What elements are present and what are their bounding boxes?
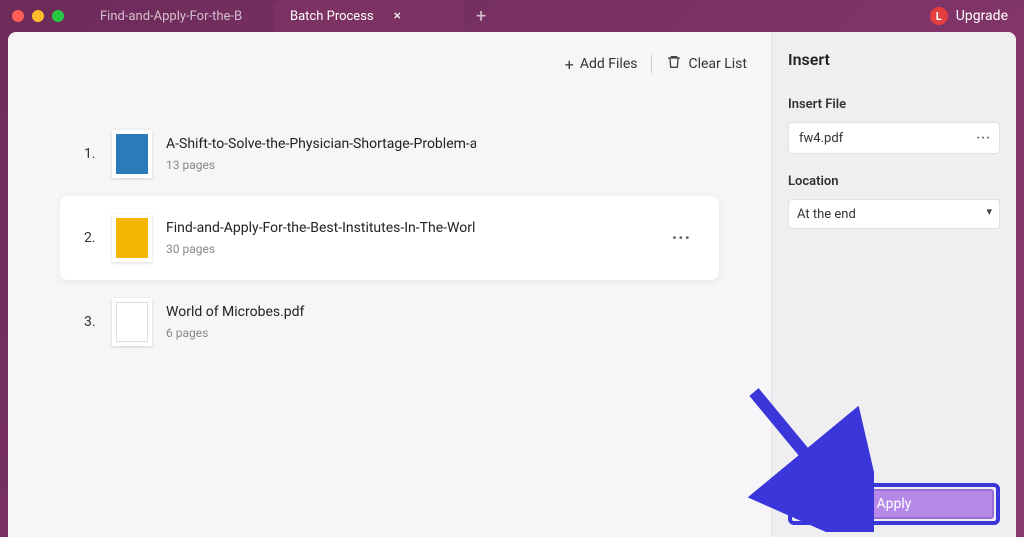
apply-button[interactable]: Apply xyxy=(794,489,994,519)
file-info: World of Microbes.pdf 6 pages xyxy=(166,304,695,340)
location-label: Location xyxy=(788,174,1000,189)
clear-list-label: Clear List xyxy=(688,56,747,72)
insert-file-label: Insert File xyxy=(788,97,1000,112)
insert-file-field[interactable]: fw4.pdf ··· xyxy=(788,122,1000,154)
user-avatar: L xyxy=(930,7,948,25)
file-row[interactable]: 3. World of Microbes.pdf 6 pages xyxy=(60,280,719,364)
tab-bar: Find-and-Apply-For-the-B Batch Process ×… xyxy=(84,0,498,32)
add-files-label: Add Files xyxy=(580,56,638,72)
trash-icon xyxy=(666,54,682,74)
close-tab-icon[interactable]: × xyxy=(394,8,401,24)
window-controls xyxy=(12,10,64,22)
add-files-button[interactable]: Add Files xyxy=(565,55,638,74)
file-row[interactable]: 2. Find-and-Apply-For-the-Best-Institute… xyxy=(60,196,719,280)
insert-file-value: fw4.pdf xyxy=(799,131,843,146)
file-pages: 6 pages xyxy=(166,326,695,340)
file-name: Find-and-Apply-For-the-Best-Institutes-I… xyxy=(166,220,476,236)
file-name: World of Microbes.pdf xyxy=(166,304,476,320)
plus-icon xyxy=(565,55,574,74)
file-thumbnail xyxy=(112,214,152,262)
file-info: Find-and-Apply-For-the-Best-Institutes-I… xyxy=(166,220,668,256)
tab-batch-process[interactable]: Batch Process × xyxy=(274,0,464,32)
main-panel: Add Files Clear List 1. A-Shift-to-Solve… xyxy=(8,32,771,537)
toolbar-divider xyxy=(651,55,652,73)
file-pages: 13 pages xyxy=(166,158,695,172)
row-index: 1. xyxy=(84,146,112,162)
file-pages: 30 pages xyxy=(166,242,668,256)
file-list: 1. A-Shift-to-Solve-the-Physician-Shorta… xyxy=(32,112,747,364)
row-index: 3. xyxy=(84,314,112,330)
minimize-window-button[interactable] xyxy=(32,10,44,22)
close-window-button[interactable] xyxy=(12,10,24,22)
titlebar: Find-and-Apply-For-the-B Batch Process ×… xyxy=(0,0,1024,32)
toolbar: Add Files Clear List xyxy=(32,46,747,82)
file-name: A-Shift-to-Solve-the-Physician-Shortage-… xyxy=(166,136,476,152)
panel-title: Insert xyxy=(788,50,1000,69)
tab-document[interactable]: Find-and-Apply-For-the-B xyxy=(84,0,274,32)
tab-label: Find-and-Apply-For-the-B xyxy=(100,9,242,24)
tab-label: Batch Process xyxy=(290,9,374,24)
row-menu-icon[interactable]: ··· xyxy=(668,228,695,249)
more-options-icon[interactable]: ··· xyxy=(976,131,991,146)
row-index: 2. xyxy=(84,230,112,246)
file-info: A-Shift-to-Solve-the-Physician-Shortage-… xyxy=(166,136,695,172)
side-panel: Insert Insert File fw4.pdf ··· Location … xyxy=(771,32,1016,537)
apply-highlight: Apply xyxy=(788,483,1000,525)
file-thumbnail xyxy=(112,298,152,346)
upgrade-button[interactable]: L Upgrade xyxy=(930,7,1008,25)
upgrade-label: Upgrade xyxy=(956,8,1008,24)
clear-list-button[interactable]: Clear List xyxy=(666,54,747,74)
maximize-window-button[interactable] xyxy=(52,10,64,22)
location-select[interactable]: At the end xyxy=(788,199,1000,229)
location-select-wrap: At the end xyxy=(788,199,1000,229)
file-thumbnail xyxy=(112,130,152,178)
file-row[interactable]: 1. A-Shift-to-Solve-the-Physician-Shorta… xyxy=(60,112,719,196)
new-tab-button[interactable]: + xyxy=(464,0,498,32)
app-window: Add Files Clear List 1. A-Shift-to-Solve… xyxy=(8,32,1016,537)
